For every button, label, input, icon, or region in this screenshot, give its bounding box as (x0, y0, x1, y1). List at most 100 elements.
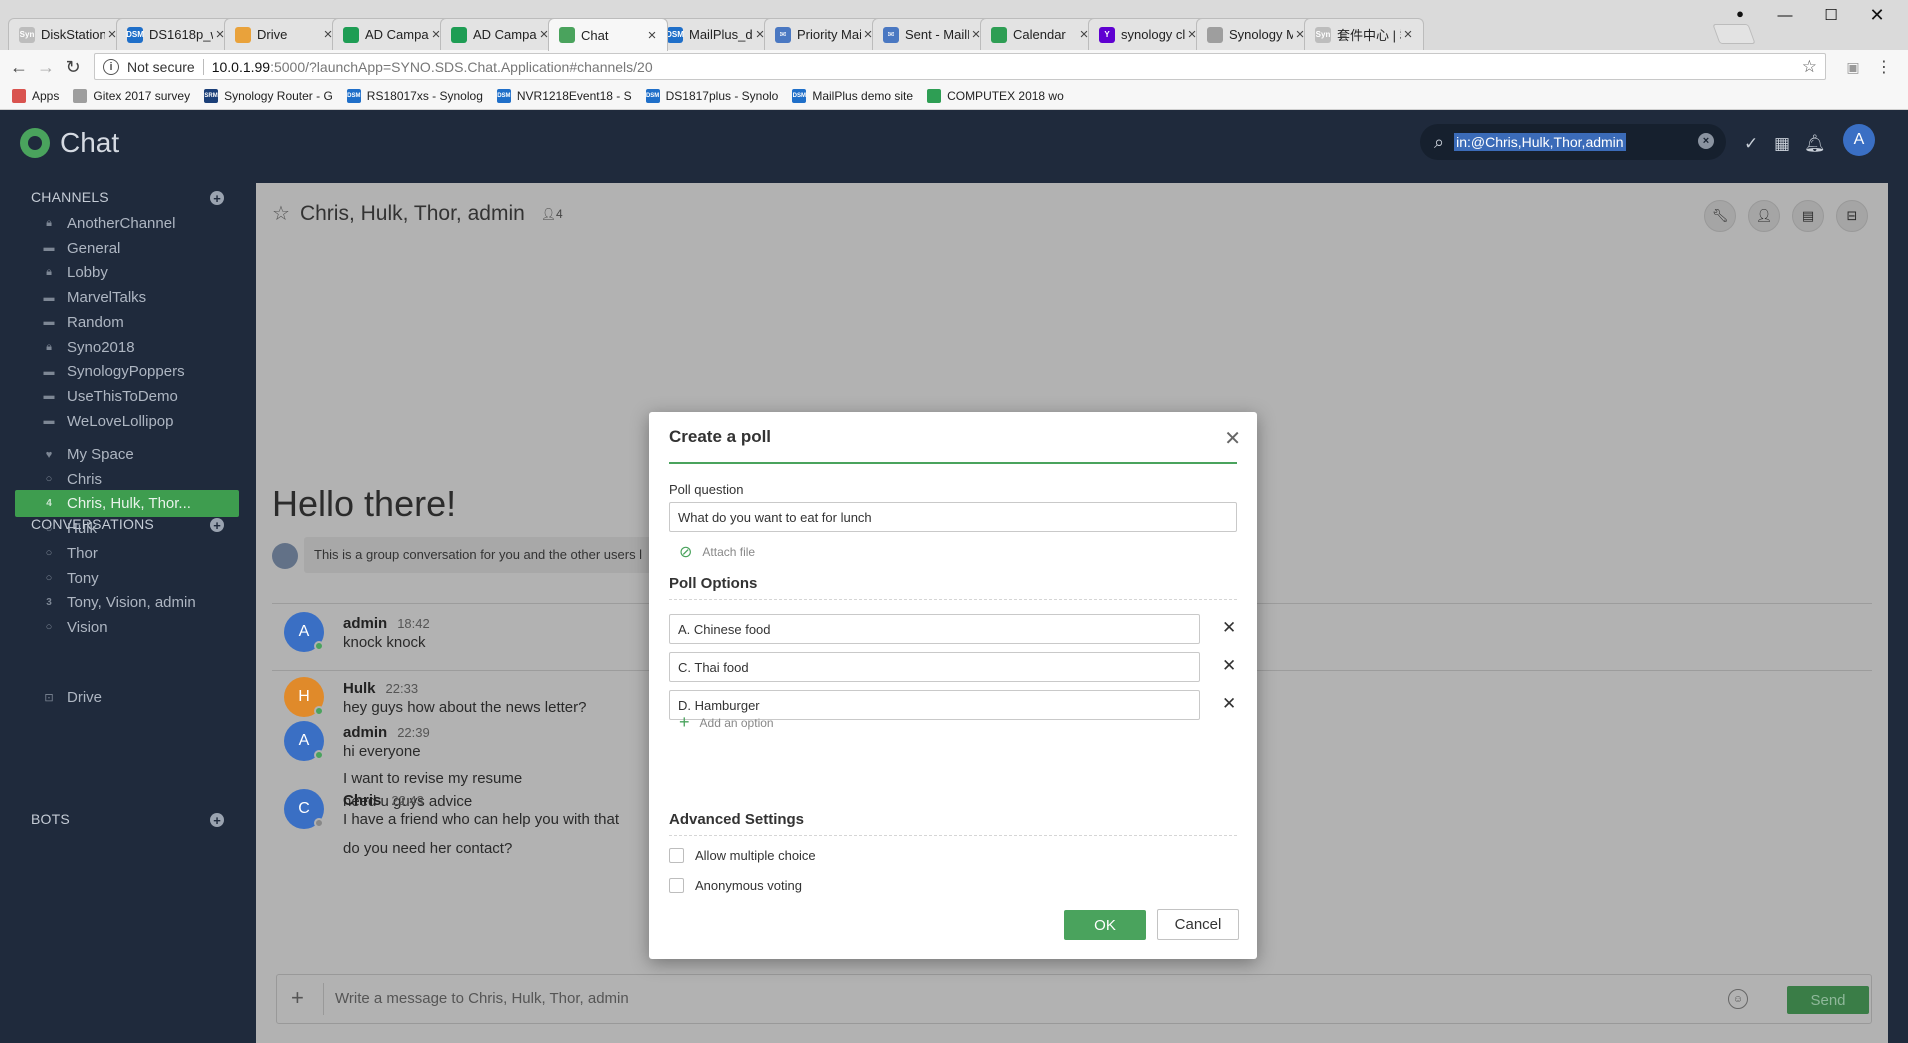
notification-bell-icon[interactable]: 🔔︎ (1804, 134, 1826, 154)
back-button[interactable]: ← (6, 54, 32, 80)
favorite-star-icon[interactable]: ☆ (272, 201, 290, 226)
remove-option-icon[interactable]: ✕ (1222, 656, 1236, 676)
remove-option-icon[interactable]: ✕ (1222, 618, 1236, 638)
add-option-button[interactable]: + Add an option (679, 712, 774, 733)
author-name[interactable]: Hulk (343, 680, 376, 697)
add-bot-button[interactable]: + (210, 813, 224, 827)
sidebar-item-tony[interactable]: ○ Tony (15, 565, 239, 592)
sidebar-item-chris[interactable]: ○ Chris (15, 466, 239, 493)
bookmark-nvr1218event18-s[interactable]: DSM NVR1218Event18 - S (496, 89, 632, 103)
chat-logo[interactable]: Chat (20, 127, 119, 159)
allow-multiple-checkbox-box[interactable] (669, 848, 684, 863)
bookmark-computex-2018-wo[interactable]: COMPUTEX 2018 wo (927, 89, 1064, 103)
sidebar-item-drive[interactable]: ⊡ Drive (15, 684, 239, 711)
sidebar-item-chris-hulk-thor[interactable]: 4 Chris, Hulk, Thor... (15, 490, 239, 518)
tab-close-icon[interactable]: × (1401, 26, 1415, 43)
forward-button[interactable]: → (33, 54, 59, 80)
sidebar-item-hulk[interactable]: ○ Hulk (15, 515, 239, 542)
poll-question-input[interactable] (669, 502, 1237, 532)
clear-search-icon[interactable]: × (1698, 133, 1714, 149)
sidebar-item-random[interactable]: ▬ Random (15, 309, 239, 336)
browser-tab[interactable]: Calendar × (980, 18, 1100, 50)
browser-tab[interactable]: Syn 套件中心 | 群× (1304, 18, 1424, 50)
user-avatar[interactable]: A (1843, 124, 1875, 156)
inbox-icon[interactable]: ⊟ (1836, 200, 1868, 232)
extension-icon[interactable]: ▣ (1840, 54, 1866, 80)
author-name[interactable]: admin (343, 724, 387, 741)
sidebar-item-label: Chris, Hulk, Thor... (67, 495, 191, 513)
sidebar-item-general[interactable]: ▬ General (15, 235, 239, 262)
add-channel-button[interactable]: + (210, 191, 224, 205)
member-count[interactable]: 👤︎4 (541, 207, 563, 221)
sidebar-item-usethistodemo[interactable]: ▬ UseThisToDemo (15, 383, 239, 410)
avatar[interactable]: A (284, 612, 324, 652)
bookmark-star-icon[interactable]: ☆ (1802, 57, 1817, 77)
sidebar-item-syno2018[interactable]: 🔒︎ Syno2018 (15, 334, 239, 361)
browser-tab[interactable]: ✉Priority Mailb× (764, 18, 884, 50)
message-input[interactable]: Write a message to Chris, Hulk, Thor, ad… (335, 990, 629, 1007)
avatar-initial: H (298, 688, 310, 705)
site-info-icon[interactable]: i (103, 58, 119, 75)
profile-icon[interactable]: ● (1717, 0, 1763, 28)
add-attachment-icon[interactable]: + (291, 985, 304, 1011)
poll-option-input[interactable] (669, 614, 1200, 644)
sidebar-item-synologypoppers[interactable]: ▬ SynologyPoppers (15, 358, 239, 385)
avatar[interactable]: C (284, 789, 324, 829)
avatar[interactable]: H (284, 677, 324, 717)
remove-option-icon[interactable]: ✕ (1222, 694, 1236, 714)
tab-close-icon[interactable]: × (645, 27, 659, 44)
poll-option-input[interactable] (669, 652, 1200, 682)
threads-icon[interactable]: ▤ (1792, 200, 1824, 232)
sidebar-item-lobby[interactable]: 🔒︎ Lobby (15, 259, 239, 286)
browser-tab[interactable]: DSMDS1618p_wo× (116, 18, 236, 50)
apps-grid-icon[interactable]: ▦ (1774, 134, 1790, 154)
sidebar-item-my-space[interactable]: ♥ My Space (15, 441, 239, 468)
bookmark-apps[interactable]: Apps (12, 89, 59, 103)
sidebar-item-welovelollipop[interactable]: ▬ WeLoveLollipop (15, 408, 239, 435)
close-icon[interactable]: ✕ (1224, 426, 1241, 451)
bookmark-ds1817plus-synolo[interactable]: DSM DS1817plus - Synolo (645, 89, 778, 103)
browser-tab[interactable]: AD Campaign× (332, 18, 452, 50)
bookmark-synology-router-g[interactable]: SRM Synology Router - G (204, 89, 333, 103)
browser-tab[interactable]: SynDiskStation M× (8, 18, 128, 50)
check-circle-icon[interactable]: ✓ (1744, 134, 1758, 154)
minimize-button[interactable]: — (1762, 0, 1808, 30)
anonymous-voting-checkbox[interactable]: Anonymous voting (669, 878, 802, 893)
message-time: 22:33 (385, 681, 419, 696)
search-box[interactable]: ⌕ in:@Chris,Hulk,Thor,admin × (1420, 124, 1726, 160)
reload-button[interactable]: ↻ (60, 54, 86, 80)
avatar[interactable]: A (284, 721, 324, 761)
browser-tab[interactable]: Drive × (224, 18, 344, 50)
browser-tab[interactable]: DSMMailPlus_dem× (656, 18, 776, 50)
settings-wrench-icon[interactable]: 🔧︎ (1704, 200, 1736, 232)
maximize-button[interactable]: ☐ (1808, 0, 1854, 30)
author-name[interactable]: admin (343, 615, 387, 632)
search-input[interactable]: in:@Chris,Hulk,Thor,admin (1454, 133, 1626, 151)
address-bar[interactable]: i Not secure 10.0.1.99:5000/?launchApp=S… (94, 53, 1826, 80)
browser-menu-icon[interactable]: ⋮ (1871, 54, 1897, 80)
bookmark-rs18017xs-synolog[interactable]: DSM RS18017xs - Synolog (346, 89, 483, 103)
anonymous-checkbox-box[interactable] (669, 878, 684, 893)
sidebar-item-vision[interactable]: ○ Vision (15, 614, 239, 641)
member-profile-icon[interactable]: 👤︎ (1748, 200, 1780, 232)
close-window-button[interactable]: ✕ (1854, 0, 1900, 30)
allow-multiple-choice-checkbox[interactable]: Allow multiple choice (669, 848, 816, 863)
browser-tab[interactable]: Synology Ma× (1196, 18, 1316, 50)
send-button[interactable]: Send (1787, 986, 1869, 1014)
bookmark-gitex-2017-survey[interactable]: Gitex 2017 survey (73, 89, 190, 103)
sidebar-item-marveltalks[interactable]: ▬ MarvelTalks (15, 284, 239, 311)
author-name[interactable]: Chris (343, 792, 381, 809)
browser-tab[interactable]: ✉Sent - MailPl× (872, 18, 992, 50)
emoji-icon[interactable]: ☺ (1728, 989, 1748, 1009)
sidebar-item-anotherchannel[interactable]: 🔒︎ AnotherChannel (15, 210, 239, 237)
cancel-button[interactable]: Cancel (1157, 909, 1239, 940)
ok-button[interactable]: OK (1064, 910, 1146, 940)
sidebar-item-thor[interactable]: ○ Thor (15, 540, 239, 567)
attach-file-button[interactable]: ⊘ Attach file (679, 542, 755, 562)
bookmark-mailplus-demo-site[interactable]: DSM MailPlus demo site (792, 89, 913, 103)
tab-favicon-icon: ✉ (883, 26, 899, 43)
browser-tab[interactable]: AD Campaign× (440, 18, 560, 50)
browser-tab[interactable]: Chat × (548, 18, 668, 51)
browser-tab[interactable]: Ysynology clou× (1088, 18, 1208, 50)
sidebar-item-tony-vision-admin[interactable]: 3 Tony, Vision, admin (15, 589, 239, 616)
